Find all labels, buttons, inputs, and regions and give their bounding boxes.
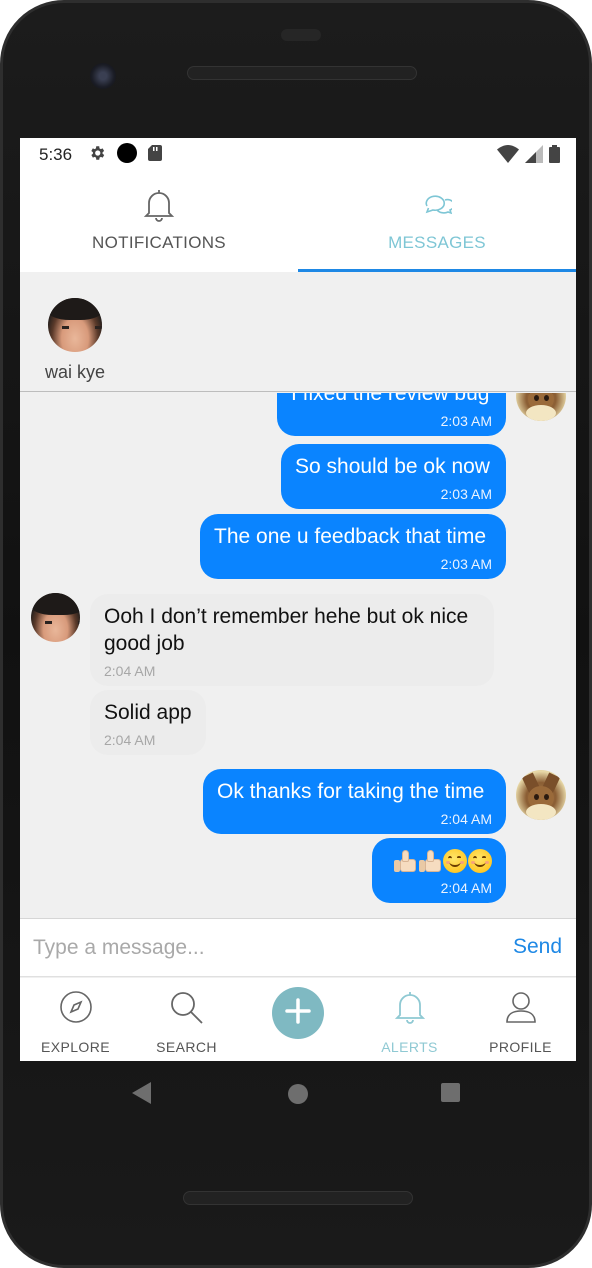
status-bar: 5:36 bbox=[20, 138, 576, 172]
message-timestamp: 2:03 AM bbox=[440, 486, 492, 502]
compass-icon bbox=[59, 990, 93, 1029]
message-text: So should be ok now bbox=[295, 455, 490, 478]
search-icon bbox=[169, 990, 205, 1031]
avatar bbox=[516, 770, 566, 820]
message-timestamp: 2:04 AM bbox=[440, 811, 492, 827]
message-text: Solid app bbox=[104, 701, 192, 724]
tab-notifications-label: NOTIFICATIONS bbox=[92, 233, 226, 252]
smiling-face-icon bbox=[468, 848, 492, 873]
message-text: Ok thanks for taking the time bbox=[217, 780, 485, 803]
avatar bbox=[48, 298, 102, 352]
front-camera bbox=[90, 63, 116, 89]
bottom-navigation: EXPLORE SEARCH ALERTS PROFILE bbox=[20, 978, 576, 1061]
record-dot-icon bbox=[116, 142, 138, 169]
sd-card-icon bbox=[148, 144, 163, 166]
bell-icon bbox=[143, 188, 175, 227]
message-timestamp: 2:04 AM bbox=[104, 732, 156, 748]
message-bubble-incoming[interactable]: Solid app 2:04 AM bbox=[90, 690, 206, 755]
message-bubble-outgoing[interactable]: 👍🏻👍🏻😊😊 2:04 AM bbox=[372, 838, 506, 903]
camera-notch bbox=[281, 29, 321, 41]
contact-name: wai kye bbox=[44, 362, 106, 382]
emoji-row bbox=[386, 847, 492, 874]
message-timestamp: 2:04 AM bbox=[104, 663, 156, 679]
bottom-speaker bbox=[183, 1191, 413, 1205]
status-time: 5:36 bbox=[39, 145, 73, 164]
nav-explore[interactable]: EXPLORE bbox=[20, 978, 131, 1061]
conversation-item[interactable]: wai kye bbox=[44, 298, 106, 383]
nav-profile[interactable]: PROFILE bbox=[465, 978, 576, 1061]
plus-icon bbox=[284, 997, 312, 1030]
message-bubble-outgoing[interactable]: So should be ok now 2:03 AM bbox=[281, 444, 506, 509]
thumbs-up-icon bbox=[393, 849, 417, 873]
avatar bbox=[516, 393, 566, 421]
thumbs-up-icon bbox=[418, 849, 442, 873]
nav-profile-label: PROFILE bbox=[489, 1039, 552, 1055]
message-bubble-outgoing[interactable]: Ok thanks for taking the time 2:04 AM bbox=[203, 769, 506, 834]
nav-search[interactable]: SEARCH bbox=[131, 978, 242, 1061]
top-tab-bar: NOTIFICATIONS MESSAGES bbox=[20, 172, 576, 272]
send-button[interactable]: Send bbox=[513, 935, 562, 959]
tab-messages[interactable]: MESSAGES bbox=[298, 172, 576, 272]
home-icon[interactable] bbox=[288, 1084, 308, 1104]
nav-explore-label: EXPLORE bbox=[41, 1039, 110, 1055]
system-navigation-bar bbox=[20, 1061, 576, 1125]
message-thread[interactable]: I fixed the review bug 2:03 AM So should… bbox=[20, 393, 576, 918]
nav-search-label: SEARCH bbox=[156, 1039, 217, 1055]
message-bubble-outgoing[interactable]: The one u feedback that time 2:03 AM bbox=[200, 514, 506, 579]
bell-icon bbox=[394, 990, 425, 1029]
back-icon[interactable] bbox=[132, 1082, 151, 1104]
message-timestamp: 2:04 AM bbox=[440, 880, 492, 896]
tab-notifications[interactable]: NOTIFICATIONS bbox=[20, 172, 298, 272]
battery-icon bbox=[549, 145, 560, 168]
message-timestamp: 2:03 AM bbox=[440, 556, 492, 572]
smiling-face-icon bbox=[443, 848, 467, 873]
add-button[interactable] bbox=[272, 987, 324, 1039]
wifi-icon bbox=[497, 145, 519, 168]
message-text: The one u feedback that time bbox=[214, 525, 487, 548]
recents-icon[interactable] bbox=[441, 1083, 460, 1102]
gear-icon bbox=[88, 144, 106, 167]
conversation-list: wai kye bbox=[20, 272, 576, 392]
message-composer: Send bbox=[20, 918, 576, 977]
message-input[interactable] bbox=[33, 935, 473, 960]
app-screen: 5:36 NOTIFICATIONS MESSAGES wai kye I fi… bbox=[20, 138, 576, 1061]
signal-icon bbox=[525, 145, 543, 168]
chat-bubbles-icon bbox=[422, 190, 455, 223]
message-text: Ooh I don’t remember hehe but ok nice go… bbox=[104, 605, 469, 655]
message-bubble-outgoing[interactable]: I fixed the review bug 2:03 AM bbox=[277, 393, 506, 436]
message-text: I fixed the review bug bbox=[291, 393, 490, 405]
avatar bbox=[31, 593, 80, 642]
message-timestamp: 2:03 AM bbox=[440, 413, 492, 429]
nav-alerts-label: ALERTS bbox=[381, 1039, 438, 1055]
nav-alerts[interactable]: ALERTS bbox=[354, 978, 465, 1061]
earpiece-speaker bbox=[187, 66, 417, 80]
message-bubble-incoming[interactable]: Ooh I don’t remember hehe but ok nice go… bbox=[90, 594, 494, 686]
user-icon bbox=[504, 990, 538, 1029]
tab-messages-label: MESSAGES bbox=[388, 233, 486, 252]
